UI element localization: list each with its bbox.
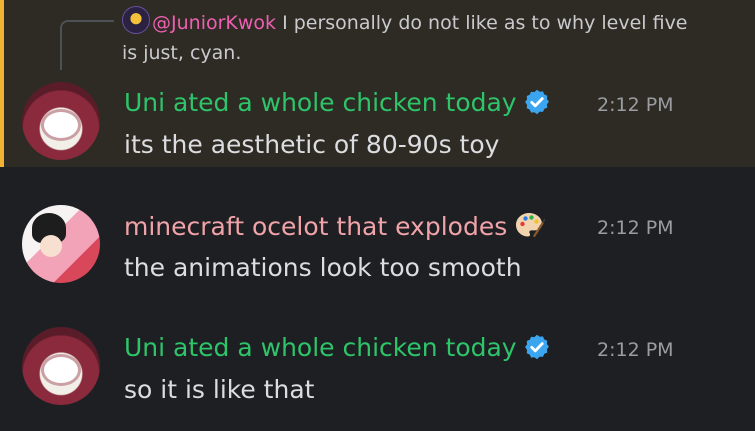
timestamp: 2:12 PM xyxy=(597,217,674,239)
message-1[interactable]: @JuniorKwok I personally do not like as … xyxy=(0,0,755,167)
reply-connector xyxy=(60,20,114,70)
mention-accent-bar xyxy=(0,0,4,167)
message-2[interactable]: minecraft ocelot that explodes 2:12 PM t… xyxy=(0,167,755,297)
message-content: its the aesthetic of 80-90s toy xyxy=(124,130,500,159)
message-3[interactable]: Uni ated a whole chicken today 2:12 PM s… xyxy=(0,297,755,431)
author-name-text[interactable]: Uni ated a whole chicken today xyxy=(124,333,517,362)
author-name[interactable]: minecraft ocelot that explodes xyxy=(124,209,546,244)
verified-check-icon xyxy=(524,334,549,360)
author-name[interactable]: Uni ated a whole chicken today xyxy=(124,331,551,365)
author-name[interactable]: Uni ated a whole chicken today xyxy=(124,86,551,120)
reply-text-line2: is just, cyan. xyxy=(122,42,242,64)
timestamp: 2:12 PM xyxy=(597,339,674,361)
avatar[interactable] xyxy=(22,327,100,405)
avatar[interactable] xyxy=(22,82,100,160)
reply-text-line1: I personally do not like as to why level… xyxy=(276,12,688,34)
message-content: the animations look too smooth xyxy=(124,253,522,282)
author-name-text[interactable]: Uni ated a whole chicken today xyxy=(124,88,517,117)
author-name-text[interactable]: minecraft ocelot that explodes xyxy=(124,212,507,241)
verified-check-icon xyxy=(524,89,549,115)
timestamp: 2:12 PM xyxy=(597,94,674,116)
message-content: so it is like that xyxy=(124,375,315,404)
art-palette-icon xyxy=(516,213,546,238)
reply-mention[interactable]: @JuniorKwok xyxy=(152,12,276,34)
avatar[interactable] xyxy=(22,205,100,283)
reply-preview[interactable]: @JuniorKwok I personally do not like as … xyxy=(122,8,742,68)
